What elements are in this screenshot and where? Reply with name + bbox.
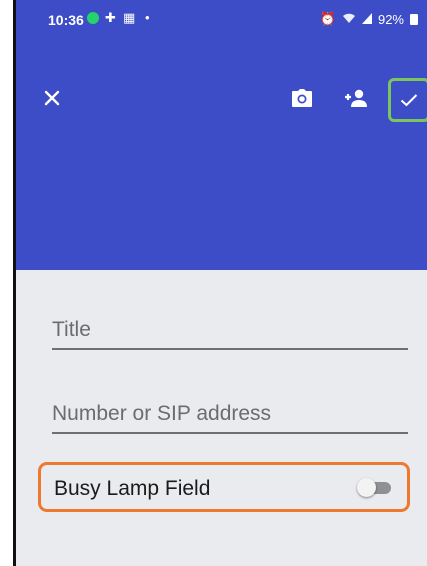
busy-lamp-field-row[interactable]: Busy Lamp Field [38, 462, 410, 512]
phone-screen: 10:36 ✚ ▦ • ⏰ 92% Title Number or SIP ad… [13, 0, 427, 566]
status-bar: 10:36 ✚ ▦ • ⏰ 92% [16, 0, 427, 40]
add-contact-button[interactable] [339, 80, 375, 116]
green-dot-icon [87, 12, 99, 24]
save-button[interactable] [388, 78, 427, 122]
status-right-group: ⏰ 92% [320, 11, 418, 27]
toggle-thumb [357, 478, 376, 497]
slack-icon: ✚ [105, 10, 116, 25]
app-bar: 10:36 ✚ ▦ • ⏰ 92% [16, 0, 427, 270]
add-contact-icon [345, 89, 367, 107]
camera-button[interactable] [284, 80, 320, 116]
title-field[interactable] [52, 318, 408, 350]
status-time: 10:36 [48, 12, 84, 28]
busy-lamp-field-toggle[interactable] [357, 478, 391, 497]
wifi-icon [342, 12, 356, 27]
close-button[interactable] [34, 80, 70, 116]
number-field[interactable] [52, 402, 408, 434]
title-input[interactable] [52, 318, 408, 348]
alarm-icon: ⏰ [319, 11, 336, 26]
battery-text: 92% [377, 11, 404, 27]
calendar-icon: ▦ [123, 10, 136, 25]
number-input[interactable] [52, 402, 408, 432]
notification-dot-icon: • [145, 10, 150, 25]
busy-lamp-field-label: Busy Lamp Field [54, 477, 211, 500]
battery-icon [410, 13, 418, 25]
camera-icon [292, 89, 312, 107]
check-icon [400, 94, 418, 107]
signal-icon [361, 12, 372, 27]
close-icon [44, 90, 60, 106]
